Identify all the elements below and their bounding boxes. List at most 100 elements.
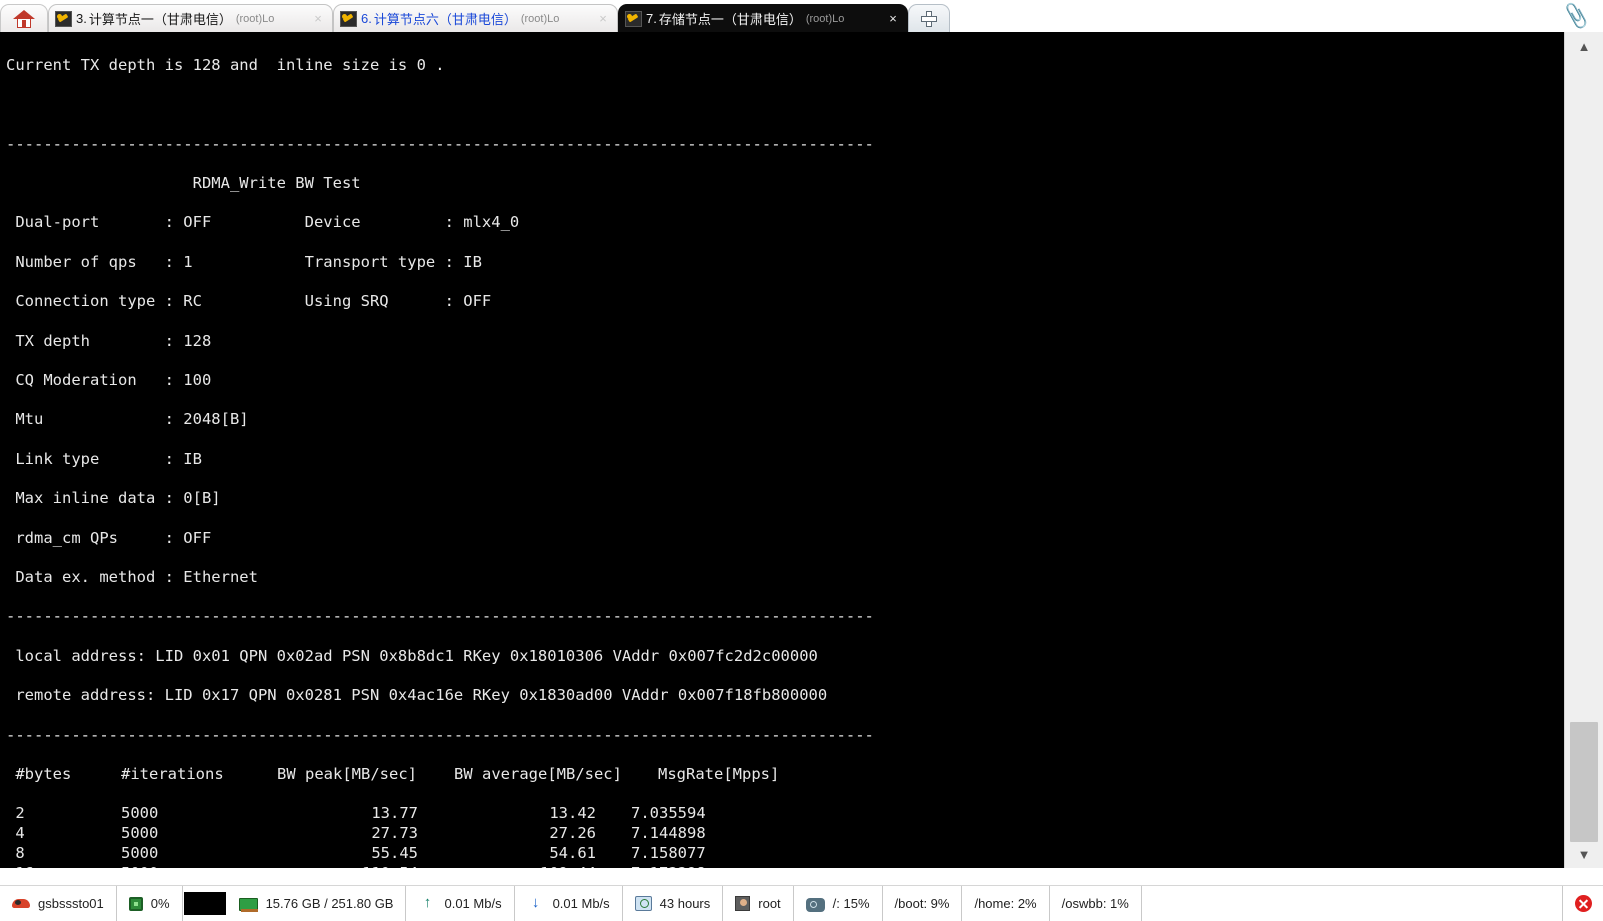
- vertical-scrollbar[interactable]: ▲ ▼: [1564, 32, 1603, 868]
- tab-user-label: (root)Lo: [235, 12, 275, 25]
- cell-iterations: 5000: [121, 843, 159, 862]
- tab-user-label: (root)Lo: [520, 12, 560, 25]
- terminal-param-rdma-cm-qps: rdma_cm QPs : OFF: [6, 528, 212, 547]
- table-row: 2 5000 13.77 13.42 7.035594: [6, 804, 1565, 824]
- close-icon: [1574, 895, 1592, 912]
- cell-bw-peak: 13.77: [371, 804, 418, 823]
- session-tab-7[interactable]: 7. 存储节点一（甘肃电信） (root)Lo ×: [618, 4, 908, 32]
- tab-title: 存储节点一（甘肃电信）: [658, 12, 802, 27]
- cell-msgrate: 7.144898: [631, 824, 706, 843]
- disk-oswbb-label: /oswbb: 1%: [1061, 896, 1129, 911]
- terminal-divider-table-top: ----------------------------------------…: [6, 725, 874, 744]
- terminal-text: Current TX depth is 128 and inline size …: [0, 32, 1565, 868]
- terminal-param-number-of-qps: Number of qps : 1 Transport type : IB: [6, 252, 482, 271]
- cell-bytes: 2: [6, 804, 25, 823]
- terminal-local-address: local address: LID 0x01 QPN 0x02ad PSN 0…: [6, 646, 818, 665]
- cell-bw-peak: 55.45: [371, 843, 418, 862]
- home-tab[interactable]: [0, 4, 48, 32]
- terminal-param-dual-port: Dual-port : OFF Device : mlx4_0: [6, 213, 520, 232]
- scroll-down-arrow-icon[interactable]: ▼: [1565, 842, 1603, 866]
- cell-bytes: 4: [6, 824, 25, 843]
- wrench-icon: [625, 10, 642, 27]
- tab-close-icon[interactable]: ×: [310, 11, 326, 27]
- status-bar: gsbsssto01 0% 15.76 GB / 251.80 GB ↑ 0.0…: [0, 885, 1603, 921]
- cpu-graph-canvas: [183, 892, 226, 915]
- tab-number: 7.: [646, 11, 657, 26]
- terminal-param-connection-type: Connection type : RC Using SRQ : OFF: [6, 292, 492, 311]
- status-upload[interactable]: ↑ 0.01 Mb/s: [406, 886, 515, 921]
- table-header-row: #bytes #iterations BW peak[MB/sec] BW avera…: [6, 765, 1565, 785]
- cell-iterations: 5000: [121, 804, 159, 823]
- terminal-output-pane[interactable]: Current TX depth is 128 and inline size …: [0, 32, 1565, 868]
- cell-msgrate: 7.158077: [631, 843, 706, 862]
- clock-monitor-icon: [634, 896, 652, 911]
- disk-home-label: /home: 2%: [974, 896, 1037, 911]
- status-disk-root[interactable]: /: 15%: [794, 886, 883, 921]
- host-icon: [12, 895, 30, 913]
- terminal-test-title: RDMA_Write BW Test: [6, 173, 361, 192]
- close-session-button[interactable]: [1562, 886, 1603, 921]
- cell-bytes: 8: [6, 843, 25, 862]
- column-header-bytes: #bytes: [6, 765, 72, 783]
- memory-usage-label: 15.76 GB / 251.80 GB: [265, 896, 394, 911]
- cell-iterations: 5000: [121, 864, 263, 868]
- terminal-param-link-type: Link type : IB: [6, 449, 202, 468]
- tab-close-icon[interactable]: ×: [595, 11, 611, 27]
- user-label: root: [758, 896, 781, 911]
- upload-arrow-icon: ↑: [423, 893, 432, 911]
- terminal-param-mtu: Mtu : 2048[B]: [6, 410, 249, 429]
- user-icon: [735, 896, 751, 911]
- status-user[interactable]: root: [723, 886, 794, 921]
- new-tab-button[interactable]: [908, 4, 950, 32]
- plus-icon: [921, 10, 937, 27]
- tab-user-label: (root)Lo: [805, 12, 845, 25]
- status-memory[interactable]: 15.76 GB / 251.80 GB: [227, 886, 407, 921]
- status-disk-boot[interactable]: /boot: 9%: [883, 886, 963, 921]
- status-disk-oswbb[interactable]: /oswbb: 1%: [1050, 886, 1142, 921]
- status-disk-home[interactable]: /home: 2%: [962, 886, 1050, 921]
- session-tab-3[interactable]: 3. 计算节点一（甘肃电信） (root)Lo ×: [48, 4, 333, 32]
- cell-msgrate: 7.172298: [596, 864, 791, 868]
- scroll-up-arrow-icon[interactable]: ▲: [1565, 34, 1603, 58]
- terminal-line-current-tx: Current TX depth is 128 and inline size …: [6, 55, 445, 74]
- disk-root-label: /: 15%: [832, 896, 870, 911]
- disk-boot-label: /boot: 9%: [894, 896, 950, 911]
- cell-bw-average: 27.26: [549, 824, 596, 843]
- uptime-label: 43 hours: [659, 896, 711, 911]
- tab-strip: 3. 计算节点一（甘肃电信） (root)Lo × 6. 计算节点六（甘肃电信）…: [0, 0, 950, 32]
- column-header-msgrate: MsgRate[Mpps]: [658, 765, 780, 783]
- hostname-label: gsbsssto01: [38, 896, 104, 911]
- wrench-icon: [340, 10, 357, 27]
- scrollbar-thumb[interactable]: [1570, 722, 1598, 842]
- status-bar-spacer: [1142, 886, 1562, 921]
- table-row: 8 5000 55.45 54.61 7.158077: [6, 844, 1565, 864]
- cell-bw-peak: 27.73: [371, 824, 418, 843]
- terminal-param-max-inline-data: Max inline data : 0[B]: [6, 489, 221, 508]
- tab-bar: 3. 计算节点一（甘肃电信） (root)Lo × 6. 计算节点六（甘肃电信）…: [0, 0, 1603, 33]
- download-arrow-icon: ↓: [531, 893, 540, 911]
- home-icon: [13, 9, 35, 29]
- table-row: 165000110.54109.447.172298: [6, 864, 1565, 868]
- cpu-chip-icon: [128, 896, 143, 911]
- column-header-iterations: #iterations: [121, 765, 224, 783]
- paperclip-icon[interactable]: 📎: [1561, 3, 1591, 32]
- session-tab-6[interactable]: 6. 计算节点六（甘肃电信） (root)Lo ×: [333, 4, 618, 32]
- status-cpu-graph: [183, 886, 227, 921]
- terminal-divider-top: ----------------------------------------…: [6, 134, 874, 153]
- cell-msgrate: 7.035594: [631, 804, 706, 823]
- download-speed-label: 0.01 Mb/s: [552, 896, 610, 911]
- column-header-bw-peak: BW peak[MB/sec]: [277, 765, 417, 783]
- table-row: 4 5000 27.73 27.26 7.144898: [6, 824, 1565, 844]
- tab-close-icon[interactable]: ×: [885, 11, 901, 27]
- cell-bw-average: 109.44: [418, 864, 596, 868]
- status-download[interactable]: ↓ 0.01 Mb/s: [515, 886, 623, 921]
- status-uptime[interactable]: 43 hours: [623, 886, 724, 921]
- status-hostname[interactable]: gsbsssto01: [0, 886, 117, 921]
- wrench-icon: [55, 10, 72, 27]
- column-header-bw-average: BW average[MB/sec]: [454, 765, 622, 783]
- status-cpu[interactable]: 0%: [117, 886, 183, 921]
- cell-bw-peak: 110.54: [263, 864, 418, 868]
- upload-speed-label: 0.01 Mb/s: [444, 896, 502, 911]
- memory-icon: [238, 898, 258, 912]
- terminal-param-data-ex-method: Data ex. method : Ethernet: [6, 567, 258, 586]
